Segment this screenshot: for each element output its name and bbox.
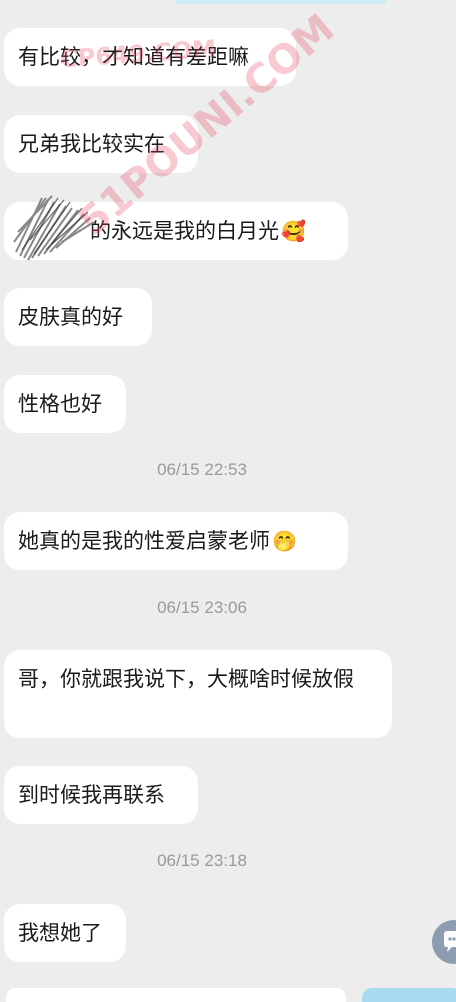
message-text: 皮肤真的好 — [18, 305, 123, 329]
smiling-face-with-hearts-icon: 🥰 — [281, 219, 306, 243]
message-text: 有比较，才知道有差距嘛 — [18, 45, 249, 69]
message-text: 的永远是我的白月光 — [90, 219, 279, 243]
message-bubble[interactable]: 有比较，才知道有差距嘛 — [4, 28, 296, 86]
chat-history[interactable]: 有比较，才知道有差距嘛 兄弟我比较实在 的永远是我的白月光 🥰 皮肤真的好 性格也… — [0, 0, 456, 1000]
timestamp: 06/15 22:53 — [157, 460, 247, 479]
message-bubble[interactable]: 到时候我再联系 — [4, 766, 198, 824]
face-with-hand-over-mouth-icon: 🤭 — [272, 529, 297, 553]
message-bubble[interactable]: 兄弟我比较实在 — [4, 115, 198, 173]
message-text: 哥，你就跟我说下，大概啥时候放假 — [18, 667, 354, 691]
message-text: 性格也好 — [18, 392, 102, 416]
scribble-redaction-icon — [13, 195, 95, 261]
message-text: 她真的是我的性爱启蒙老师 — [18, 529, 270, 553]
message-bubble[interactable]: 哥，你就跟我说下，大概啥时候放假 — [4, 650, 392, 738]
timestamp: 06/15 23:18 — [157, 851, 247, 870]
message-text: 我想她了 — [18, 921, 102, 945]
chat-bubble-icon — [444, 931, 456, 952]
timestamp: 06/15 23:06 — [157, 598, 247, 617]
message-bubble[interactable]: 她真的是我的性爱启蒙老师 🤭 — [4, 512, 348, 570]
message-text: 到时候我再联系 — [18, 783, 165, 807]
message-text: 兄弟我比较实在 — [18, 132, 165, 156]
message-bubble[interactable]: 我想她了 — [4, 904, 126, 962]
message-bubble[interactable]: 皮肤真的好 — [4, 288, 152, 346]
message-bubble[interactable]: 性格也好 — [4, 375, 126, 433]
